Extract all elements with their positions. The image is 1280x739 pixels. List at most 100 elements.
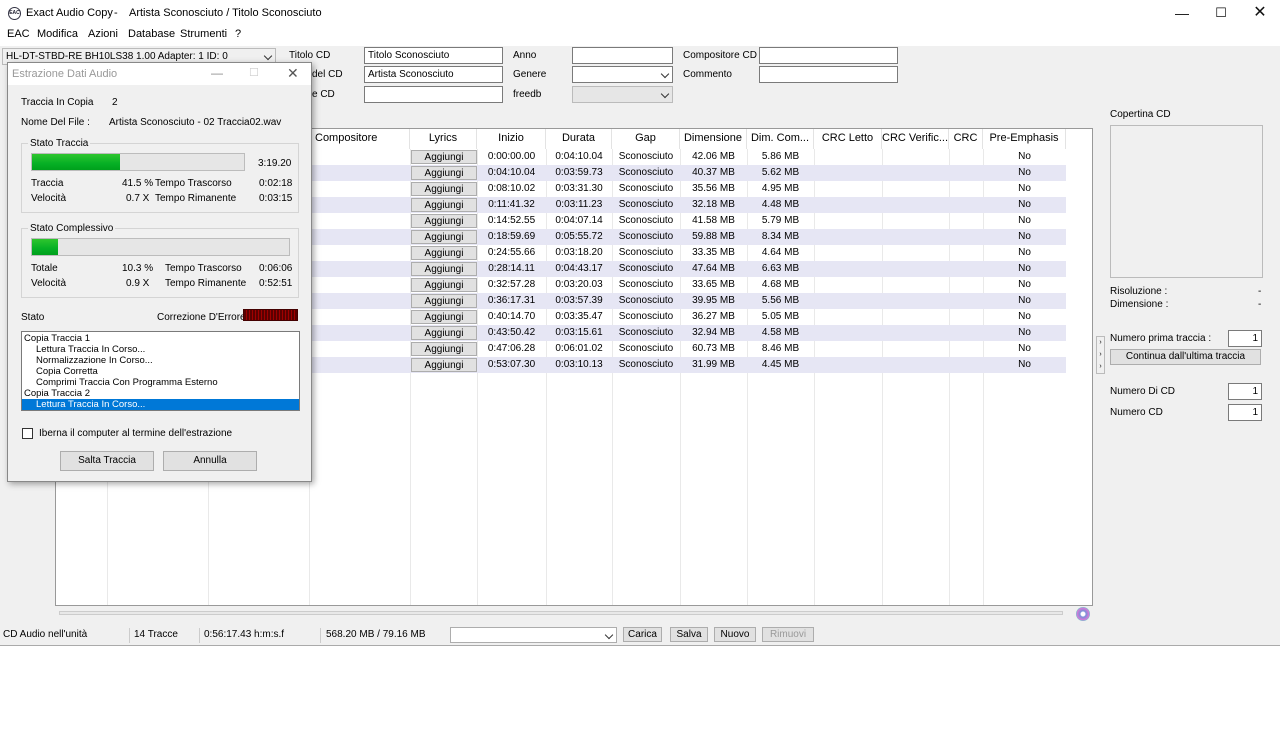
genere-select[interactable] [572, 66, 673, 83]
log-item[interactable]: Lettura Traccia In Corso... [22, 399, 299, 410]
lyrics-add-button[interactable]: Aggiungi [411, 182, 477, 196]
status-log-list[interactable]: Copia Traccia 1 Lettura Traccia In Corso.… [21, 331, 300, 411]
lyrics-add-button[interactable]: Aggiungi [411, 310, 477, 324]
lyrics-add-button[interactable]: Aggiungi [411, 230, 477, 244]
cell-dimc: 6.63 MB [761, 263, 800, 274]
lyrics-add-button[interactable]: Aggiungi [411, 294, 477, 308]
header-durata[interactable]: Durata [546, 129, 612, 149]
log-item[interactable]: Comprimi Traccia Con Programma Esterno [22, 377, 299, 388]
header-gap[interactable]: Gap [612, 129, 680, 149]
menu-azioni[interactable]: Azioni [88, 28, 118, 40]
cell-dim: 36.27 MB [692, 311, 735, 322]
header-crc[interactable]: CRC [949, 129, 983, 149]
menu-database[interactable]: Database [128, 28, 175, 40]
header-compositore[interactable]: Compositore [309, 129, 410, 149]
anno-label: Anno [513, 50, 537, 61]
numero-di-cd-input[interactable]: 1 [1228, 383, 1262, 400]
lyrics-add-button[interactable]: Aggiungi [411, 150, 477, 164]
cell-dimc: 5.56 MB [761, 295, 800, 306]
anno-input[interactable] [572, 47, 673, 64]
lyrics-add-button[interactable]: Aggiungi [411, 342, 477, 356]
minimize-icon[interactable]: — [1172, 3, 1192, 23]
title-separator: - [114, 7, 118, 19]
menu-strumenti[interactable]: Strumenti [180, 28, 227, 40]
cell-gap: Sconosciuto [618, 215, 674, 226]
close-icon[interactable]: ✕ [1250, 3, 1270, 23]
scrollbar-track[interactable] [59, 611, 1063, 615]
iberna-checkbox[interactable] [22, 428, 33, 439]
cd-disc-icon[interactable] [1076, 607, 1090, 621]
carica-button[interactable]: Carica [623, 627, 662, 642]
log-item[interactable]: Normalizzazione In Corso... [22, 355, 299, 366]
cell-dim: 39.95 MB [692, 295, 735, 306]
error-correction-indicator [243, 309, 298, 321]
header-lyrics[interactable]: Lyrics [410, 129, 477, 149]
commento-input[interactable] [759, 66, 898, 83]
menu-bar: EAC Modifica Azioni Database Strumenti ? [0, 27, 1280, 46]
cover-art-box[interactable] [1110, 125, 1263, 278]
dialog-maximize-icon[interactable]: ☐ [249, 66, 259, 79]
maximize-icon[interactable]: ☐ [1211, 3, 1231, 23]
lyrics-add-button[interactable]: Aggiungi [411, 198, 477, 212]
continua-button[interactable]: Continua dall'ultima traccia [1110, 349, 1261, 365]
lyrics-add-button[interactable]: Aggiungi [411, 326, 477, 340]
lyrics-add-button[interactable]: Aggiungi [411, 262, 477, 276]
nuovo-button[interactable]: Nuovo [714, 627, 756, 642]
status-select[interactable] [450, 627, 617, 643]
cell-gap: Sconosciuto [618, 279, 674, 290]
log-item[interactable]: Copia Corretta [22, 366, 299, 377]
horizontal-scrollbar[interactable] [55, 606, 1069, 621]
compositore-cd-input[interactable] [759, 47, 898, 64]
header-crc-letto[interactable]: CRC Letto [814, 129, 882, 149]
cell-durata: 0:04:43.17 [555, 263, 603, 274]
log-item[interactable]: Copia Traccia 1 [22, 333, 299, 344]
status-cd: CD Audio nell'unità [3, 629, 88, 640]
numero-cd-input[interactable]: 1 [1228, 404, 1262, 421]
cell-inizio: 0:43:50.42 [487, 327, 536, 338]
rimuovi-button[interactable]: Rimuovi [762, 627, 814, 642]
dialog-close-icon[interactable]: ✕ [287, 65, 299, 82]
artista-cd-input[interactable]: Artista Sconosciuto [364, 66, 503, 83]
lyrics-add-button[interactable]: Aggiungi [411, 358, 477, 372]
cell-durata: 0:03:15.61 [555, 327, 603, 338]
titolo-cd-input[interactable]: Titolo Sconosciuto [364, 47, 503, 64]
salta-traccia-button[interactable]: Salta Traccia [60, 451, 154, 471]
menu-eac[interactable]: EAC [7, 28, 30, 40]
nome-file-label: Nome Del File : [21, 117, 90, 128]
menu-help[interactable]: ? [235, 28, 241, 40]
velocita-label: Velocità [31, 193, 67, 204]
log-item[interactable]: Copia Traccia 2 [22, 388, 299, 399]
total-velocita-label: Velocità [31, 278, 67, 289]
header-dimensione[interactable]: Dimensione [680, 129, 747, 149]
cell-dim: 32.94 MB [692, 327, 735, 338]
cell-gap: Sconosciuto [618, 327, 674, 338]
lyrics-add-button[interactable]: Aggiungi [411, 166, 477, 180]
header-inizio[interactable]: Inizio [477, 129, 546, 149]
rimanente-label: Tempo Rimanente [155, 193, 237, 204]
third-cd-input[interactable] [364, 86, 503, 103]
header-crc-verificato[interactable]: CRC Verific... [882, 129, 949, 149]
lyrics-add-button[interactable]: Aggiungi [411, 278, 477, 292]
header-dim-compressa[interactable]: Dim. Com... [747, 129, 814, 149]
lyrics-add-button[interactable]: Aggiungi [411, 214, 477, 228]
cell-durata: 0:03:57.39 [555, 295, 603, 306]
panel-toggle-chevron-icon[interactable]: › › › [1096, 336, 1105, 374]
cell-inizio: 0:08:10.02 [487, 183, 536, 194]
total-velocita-value: 0.9 X [126, 278, 150, 289]
menu-modifica[interactable]: Modifica [37, 28, 78, 40]
salva-button[interactable]: Salva [670, 627, 708, 642]
log-item[interactable]: Lettura Traccia In Corso... [22, 344, 299, 355]
stato-traccia-title: Stato Traccia [28, 138, 91, 149]
cell-inizio: 0:11:41.32 [488, 199, 535, 210]
correzione-label: Correzione D'Errore : [157, 312, 252, 323]
annulla-button[interactable]: Annulla [163, 451, 257, 471]
cell-pre: No [1018, 215, 1031, 226]
header-pre-emphasis[interactable]: Pre-Emphasis [983, 129, 1066, 149]
cell-pre: No [1018, 295, 1031, 306]
dialog-minimize-icon[interactable]: — [211, 66, 223, 80]
cell-dimc: 4.45 MB [761, 359, 800, 370]
freedb-select[interactable] [572, 86, 673, 103]
prima-traccia-input[interactable]: 1 [1228, 330, 1262, 347]
lyrics-add-button[interactable]: Aggiungi [411, 246, 477, 260]
cell-durata: 0:06:01.02 [555, 343, 603, 354]
